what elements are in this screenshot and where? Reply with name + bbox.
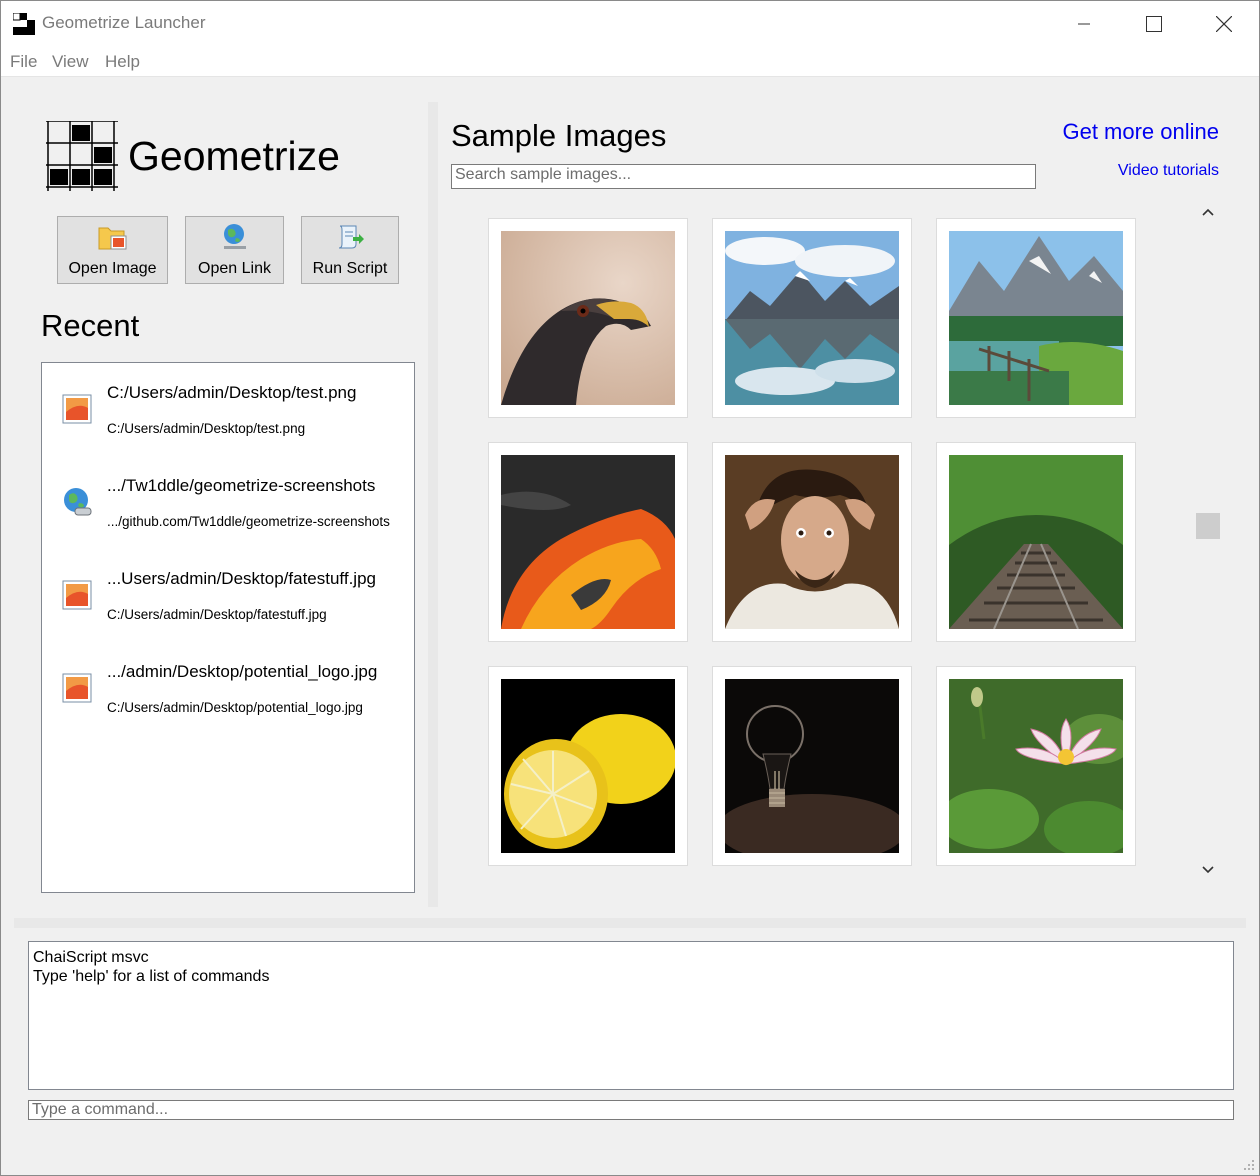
sample-thumbnail-railway[interactable] <box>936 442 1136 642</box>
menu-help[interactable]: Help <box>105 52 140 72</box>
image-file-icon <box>62 673 92 703</box>
sample-thumbnail-lemon[interactable] <box>488 666 688 866</box>
menu-view[interactable]: View <box>52 52 89 72</box>
recent-item-name: ...Users/admin/Desktop/fatestuff.jpg <box>107 569 376 588</box>
recent-item[interactable]: .../Tw1ddle/geometrize-screenshots .../g… <box>42 456 414 549</box>
recent-item[interactable]: ...Users/admin/Desktop/fatestuff.jpg C:/… <box>42 549 414 642</box>
railway-image <box>949 455 1123 629</box>
menu-file[interactable]: File <box>10 52 37 72</box>
geometrize-logo-icon <box>46 121 118 191</box>
console-line: ChaiScript msvc <box>33 949 149 966</box>
sample-thumbnail-portrait[interactable] <box>712 442 912 642</box>
recent-item-path: .../github.com/Tw1ddle/geometrize-screen… <box>107 514 390 529</box>
menu-bar: File View Help <box>1 47 1259 77</box>
samples-scrollbar[interactable] <box>1195 197 1221 885</box>
recent-list: C:/Users/admin/Desktop/test.png C:/Users… <box>41 362 415 893</box>
open-image-button[interactable]: Open Image <box>57 216 168 284</box>
recent-item-name: .../Tw1ddle/geometrize-screenshots <box>107 476 376 495</box>
command-input[interactable]: Type a command... <box>28 1100 1234 1120</box>
minimize-button[interactable] <box>1049 1 1119 47</box>
recent-item-name: C:/Users/admin/Desktop/test.png <box>107 383 357 402</box>
sample-thumbnail-lava[interactable] <box>488 442 688 642</box>
sample-thumbnail-alpine-meadow[interactable] <box>936 218 1136 418</box>
recent-item[interactable]: .../admin/Desktop/potential_logo.jpg C:/… <box>42 642 414 735</box>
brand-title: Geometrize <box>128 133 340 179</box>
hawk-image <box>501 231 675 405</box>
scroll-thumb[interactable] <box>1196 513 1220 539</box>
globe-link-icon <box>223 224 246 249</box>
image-file-icon <box>62 580 92 610</box>
script-console-output: ChaiScript msvc Type 'help' for a list o… <box>28 941 1234 1090</box>
sample-search-input[interactable]: Search sample images... <box>451 164 1036 189</box>
title-bar: Geometrize Launcher <box>1 1 1259 47</box>
recent-item-path: C:/Users/admin/Desktop/potential_logo.jp… <box>107 700 363 715</box>
sample-thumbnail-lotus[interactable] <box>936 666 1136 866</box>
launcher-window: Geometrize Launcher File View Help Geome… <box>0 0 1260 1176</box>
sample-thumbnail-mountain-lake[interactable] <box>712 218 912 418</box>
run-script-button[interactable]: Run Script <box>301 216 399 284</box>
open-image-label: Open Image <box>68 260 157 277</box>
open-link-button[interactable]: Open Link <box>185 216 284 284</box>
run-script-label: Run Script <box>312 260 388 277</box>
video-tutorials-link[interactable]: Video tutorials <box>1118 162 1219 180</box>
sample-thumbnail-hawk[interactable] <box>488 218 688 418</box>
portrait-image <box>725 455 899 629</box>
open-link-label: Open Link <box>198 260 271 277</box>
image-file-icon <box>62 394 92 424</box>
recent-heading: Recent <box>41 308 140 343</box>
close-button[interactable] <box>1189 1 1259 47</box>
minimize-icon <box>1078 23 1090 25</box>
recent-item[interactable]: C:/Users/admin/Desktop/test.png C:/Users… <box>42 363 414 456</box>
script-run-icon <box>338 225 364 249</box>
alpine-meadow-image <box>949 231 1123 405</box>
lemon-image <box>501 679 675 853</box>
lotus-image <box>949 679 1123 853</box>
close-icon <box>1216 16 1232 32</box>
panel-splitter[interactable] <box>428 102 438 907</box>
resize-grip-icon[interactable] <box>1243 1159 1255 1171</box>
scroll-up-button[interactable] <box>1195 197 1221 227</box>
globe-link-icon <box>64 488 92 516</box>
maximize-button[interactable] <box>1119 1 1189 47</box>
samples-heading: Sample Images <box>451 118 667 153</box>
mountain-lake-image <box>725 231 899 405</box>
window-title: Geometrize Launcher <box>42 13 206 32</box>
recent-item-name: .../admin/Desktop/potential_logo.jpg <box>107 662 378 681</box>
console-splitter[interactable] <box>14 918 1246 928</box>
app-icon <box>13 13 35 35</box>
chevron-down-icon <box>1202 866 1214 874</box>
light-bulb-image <box>725 679 899 853</box>
recent-item-path: C:/Users/admin/Desktop/fatestuff.jpg <box>107 607 327 622</box>
scroll-down-button[interactable] <box>1195 855 1221 885</box>
folder-image-icon <box>98 227 126 250</box>
maximize-icon <box>1146 16 1162 32</box>
sample-thumbnail-light-bulb[interactable] <box>712 666 912 866</box>
left-panel: Geometrize Open Image Open Link Run Scri… <box>1 78 428 908</box>
recent-item-path: C:/Users/admin/Desktop/test.png <box>107 421 306 436</box>
get-more-online-link[interactable]: Get more online <box>1062 119 1219 145</box>
lava-flow-image <box>501 455 675 629</box>
chevron-up-icon <box>1202 208 1214 216</box>
console-line: Type 'help' for a list of commands <box>33 968 270 985</box>
